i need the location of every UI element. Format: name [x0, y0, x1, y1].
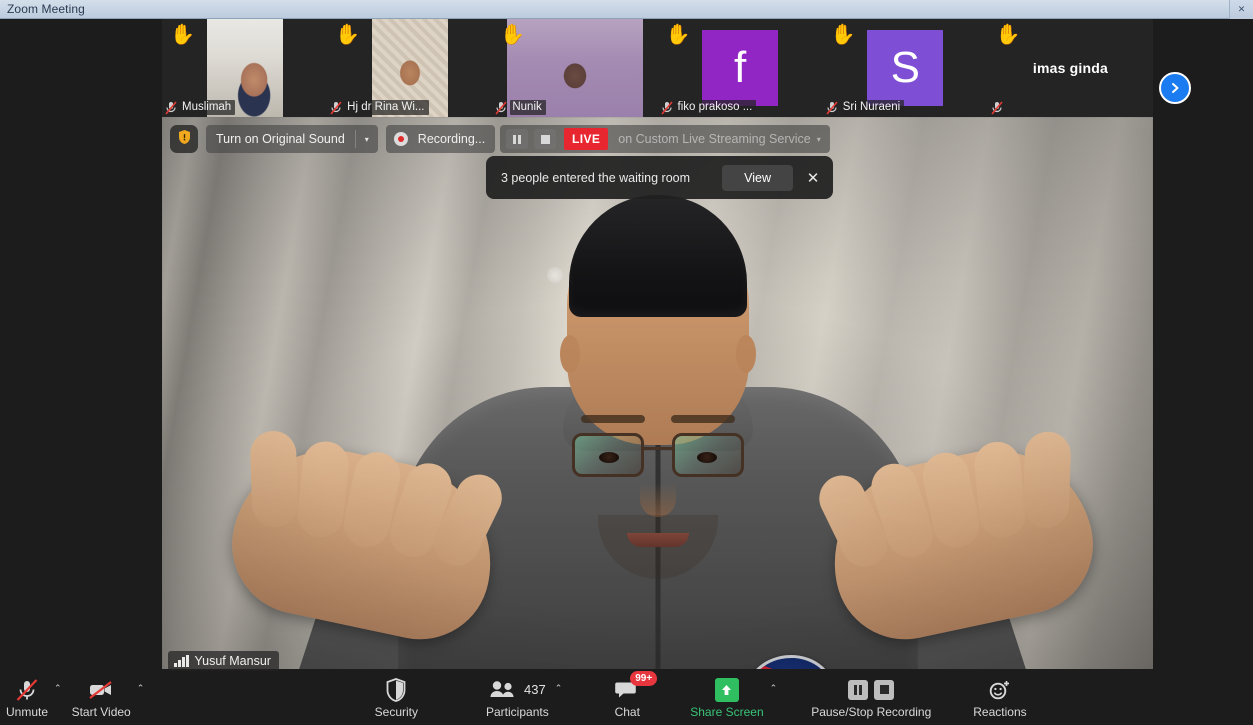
camera-off-icon — [86, 677, 116, 703]
share-screen-button[interactable]: Share Screen — [684, 669, 769, 725]
chevron-right-icon — [1168, 81, 1182, 95]
mic-muted-icon — [165, 100, 177, 115]
participant-avatar: f — [702, 30, 779, 106]
participant-filmstrip: ✋ Muslimah ✋ Hj dr Rina Wi... ✋ Nunik f … — [162, 19, 1154, 117]
mic-muted-icon — [330, 100, 342, 115]
pause-stop-recording-button[interactable]: Pause/Stop Recording — [805, 669, 937, 725]
live-badge: LIVE — [564, 128, 609, 150]
chat-button[interactable]: 99+ Chat — [600, 669, 658, 725]
start-video-button[interactable]: Start Video — [66, 669, 137, 725]
original-sound-control[interactable]: Turn on Original Sound ▾ — [206, 125, 378, 153]
chat-unread-badge: 99+ — [630, 670, 658, 686]
chevron-down-icon[interactable]: ▾ — [817, 135, 830, 144]
security-label: Security — [374, 704, 418, 719]
participants-count: 437 — [524, 682, 546, 697]
share-screen-label: Share Screen — [690, 704, 764, 719]
livestream-pause-button[interactable] — [506, 129, 528, 149]
raised-hand-icon: ✋ — [170, 24, 195, 46]
audio-options-caret[interactable]: ⌃ — [54, 669, 66, 725]
window-title: Zoom Meeting — [7, 2, 85, 16]
recording-label: Recording... — [417, 132, 486, 146]
participant-thumbnail[interactable]: S ✋ Sri Nuraeni — [822, 19, 988, 117]
people-icon: 437 — [489, 677, 546, 703]
close-icon[interactable]: ✕ — [793, 156, 833, 199]
participant-name: Nunik — [510, 100, 546, 115]
participant-name: Sri Nuraeni — [840, 100, 905, 115]
pause-recording-icon[interactable] — [848, 679, 869, 700]
participant-thumbnail[interactable]: imas ginda ✋ — [987, 19, 1154, 117]
active-speaker-video[interactable]: NASA — [162, 117, 1153, 677]
shield-icon — [177, 129, 192, 150]
chat-bubble-icon: 99+ — [614, 670, 658, 703]
raised-hand-icon: ✋ — [995, 24, 1021, 46]
live-stream-bar[interactable]: LIVE on Custom Live Streaming Service ▾ — [500, 125, 830, 153]
share-up-arrow-icon — [714, 677, 739, 703]
waiting-room-view-button[interactable]: View — [722, 164, 793, 191]
participant-name: Hj dr Rina Wi... — [345, 100, 429, 115]
raised-hand-icon: ✋ — [335, 24, 361, 46]
participant-thumbnail[interactable]: ✋ Hj dr Rina Wi... — [327, 19, 493, 117]
reactions-label: Reactions — [973, 704, 1027, 719]
participants-options-caret[interactable]: ⌃ — [555, 669, 567, 725]
active-speaker-name: Yusuf Mansur — [194, 654, 271, 668]
stop-recording-icon[interactable] — [874, 679, 895, 700]
recording-dot-icon — [393, 132, 408, 146]
unmute-button[interactable]: Unmute — [0, 669, 54, 725]
unmute-label: Unmute — [6, 704, 49, 719]
meeting-toolbar: Unmute ⌃ Start Video ⌃ Security 437 Part… — [0, 669, 1253, 725]
stage-top-controls: Turn on Original Sound ▾ Recording... — [170, 125, 496, 153]
pause-stop-recording-label: Pause/Stop Recording — [811, 704, 932, 719]
smiley-plus-icon — [987, 677, 1013, 703]
participant-thumbnail[interactable]: ✋ Nunik — [492, 19, 658, 117]
participants-label: Participants — [486, 704, 549, 719]
video-vignette — [162, 117, 1153, 677]
participant-name: fiko prakoso ... — [675, 100, 757, 115]
chat-label: Chat — [614, 704, 640, 719]
start-video-label: Start Video — [71, 704, 131, 719]
participant-name: Muslimah — [180, 100, 236, 115]
participants-controls: 437 Participants ⌃ — [480, 669, 566, 725]
share-options-caret[interactable]: ⌃ — [770, 669, 782, 725]
shield-icon — [384, 677, 408, 703]
participant-thumbnail[interactable]: ✋ Muslimah — [162, 19, 328, 117]
original-sound-label: Turn on Original Sound — [216, 132, 345, 146]
microphone-muted-icon — [14, 677, 40, 703]
raised-hand-icon: ✋ — [665, 24, 691, 46]
audio-controls: Unmute ⌃ — [0, 669, 66, 725]
signal-bars-icon — [174, 655, 189, 667]
raised-hand-icon: ✋ — [830, 24, 856, 46]
window-titlebar: Zoom Meeting ✕ — [0, 0, 1253, 19]
security-button[interactable]: Security — [369, 669, 424, 725]
share-controls: Share Screen ⌃ — [684, 669, 781, 725]
participant-avatar: S — [867, 30, 944, 106]
participant-thumbnail[interactable]: f ✋ fiko prakoso ... — [657, 19, 823, 117]
recording-indicator[interactable]: Recording... — [385, 125, 496, 153]
live-service-label: on Custom Live Streaming Service — [618, 132, 811, 146]
filmstrip-next-page-button[interactable] — [1159, 72, 1191, 104]
mic-muted-icon — [660, 100, 673, 115]
active-speaker-label: Yusuf Mansur — [168, 651, 279, 671]
waiting-room-notification: 3 people entered the waiting room View ✕ — [486, 156, 833, 199]
livestream-stop-button[interactable] — [534, 129, 556, 149]
meeting-security-badge[interactable] — [170, 125, 198, 153]
participants-button[interactable]: 437 Participants — [480, 669, 555, 725]
mic-muted-icon — [991, 101, 1003, 115]
zoom-app-body: ✋ Muslimah ✋ Hj dr Rina Wi... ✋ Nunik f … — [0, 19, 1253, 725]
window-close-button[interactable]: ✕ — [1229, 0, 1253, 19]
chevron-down-icon[interactable]: ▾ — [356, 135, 378, 144]
waiting-room-message: 3 people entered the waiting room — [501, 170, 691, 185]
reactions-button[interactable]: Reactions — [967, 669, 1032, 725]
video-controls: Start Video ⌃ — [66, 669, 149, 725]
mic-muted-icon — [826, 100, 838, 115]
raised-hand-icon: ✋ — [500, 24, 526, 46]
window-controls: ✕ — [1229, 0, 1253, 19]
pause-stop-icon — [848, 677, 895, 703]
mic-muted-icon — [495, 100, 507, 115]
video-options-caret[interactable]: ⌃ — [137, 669, 149, 725]
